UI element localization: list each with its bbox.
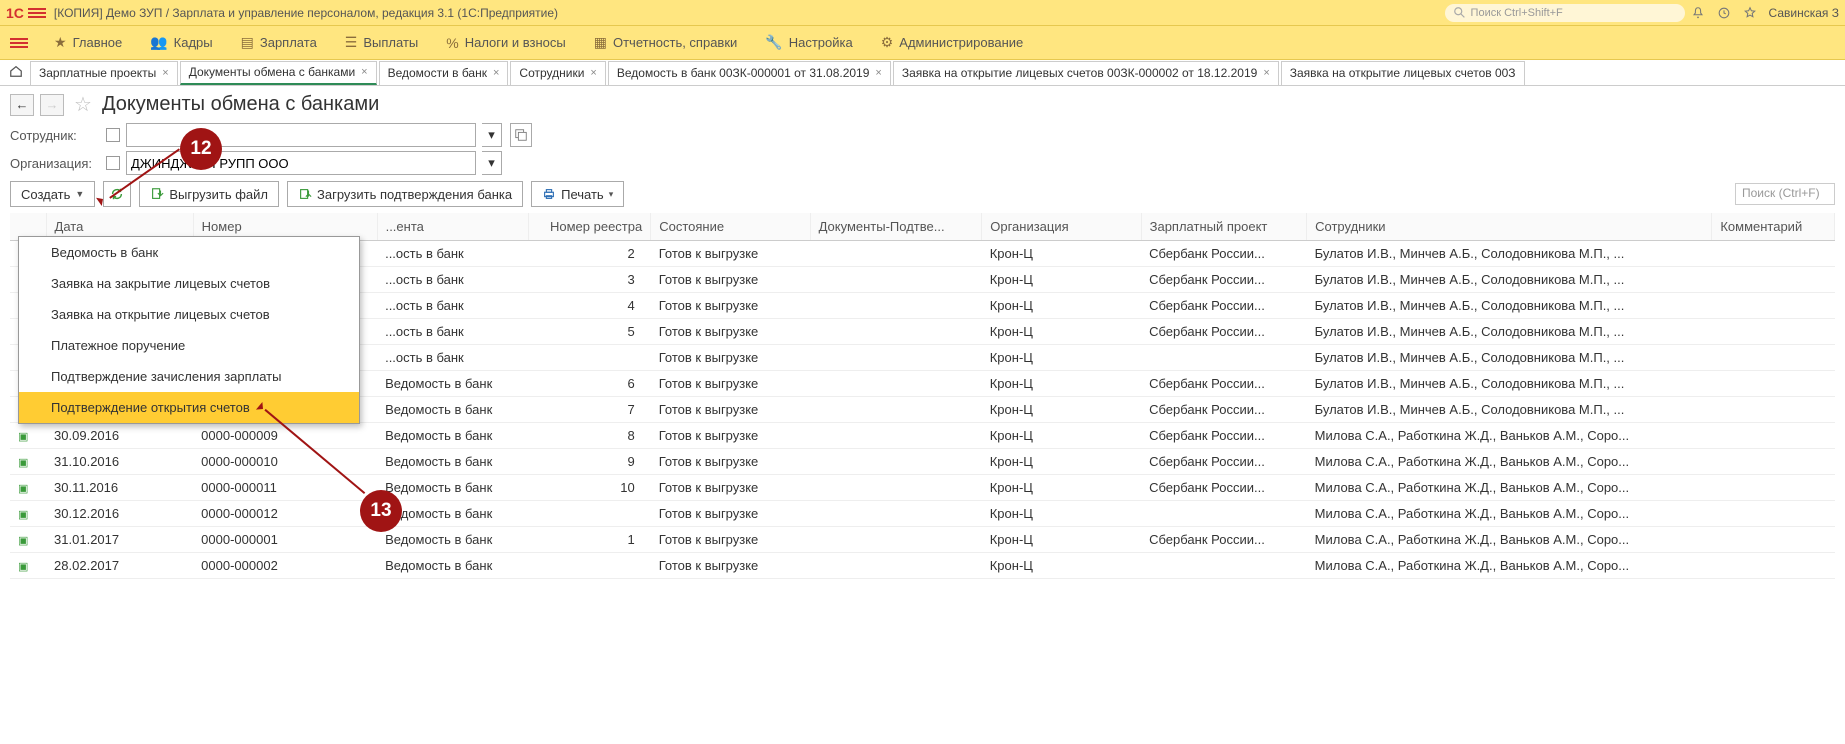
create-menu-item[interactable]: Заявка на открытие лицевых счетов — [19, 299, 359, 330]
mainmenu-отчетность-справки[interactable]: ▦Отчетность, справки — [594, 34, 738, 51]
table-row[interactable]: ▣31.01.20170000-000001Ведомость в банк1Г… — [10, 527, 1835, 553]
mainmenu-выплаты[interactable]: ☰Выплаты — [345, 34, 418, 51]
page-title: Документы обмена с банками — [102, 93, 379, 116]
employee-label: Сотрудник: — [10, 128, 100, 143]
employee-filter-checkbox[interactable] — [106, 128, 120, 142]
document-icon: ▣ — [18, 431, 28, 443]
menu-icon: 👥 — [150, 34, 167, 51]
create-menu-item[interactable]: Подтверждение открытия счетов — [19, 392, 359, 423]
import-icon — [298, 187, 312, 201]
annotation-13: 13 — [360, 490, 402, 532]
org-filter-input[interactable] — [126, 151, 476, 175]
tab-close-icon[interactable]: × — [590, 67, 596, 79]
employee-filter-input[interactable] — [126, 123, 476, 147]
tab[interactable]: Сотрудники× — [510, 61, 605, 85]
document-icon: ▣ — [18, 535, 28, 547]
window-title: [КОПИЯ] Демо ЗУП / Зарплата и управление… — [54, 6, 1445, 20]
table-row[interactable]: ▣30.11.20160000-000011Ведомость в банк10… — [10, 475, 1835, 501]
table-row[interactable]: ▣31.10.20160000-000010Ведомость в банк9Г… — [10, 449, 1835, 475]
logo-1c: 1C — [6, 5, 24, 21]
create-menu-item[interactable]: Подтверждение зачисления зарплаты — [19, 361, 359, 392]
column-header[interactable]: Организация — [982, 213, 1141, 241]
employee-dropdown-button[interactable]: ▾ — [482, 123, 502, 147]
column-header[interactable]: Номер реестра — [528, 213, 651, 241]
tab-close-icon[interactable]: × — [162, 67, 168, 79]
grid-search-input[interactable]: Поиск (Ctrl+F) — [1735, 183, 1835, 205]
mainmenu-налоги-и-взносы[interactable]: %Налоги и взносы — [446, 34, 566, 51]
nav-back-button[interactable]: ← — [10, 94, 34, 116]
mainmenu-зарплата[interactable]: ▤Зарплата — [241, 34, 317, 51]
create-button[interactable]: Создать▼ — [10, 181, 95, 207]
history-icon[interactable] — [1715, 4, 1733, 22]
export-icon — [150, 187, 164, 201]
org-filter-checkbox[interactable] — [106, 156, 120, 170]
create-dropdown-menu: Ведомость в банкЗаявка на закрытие лицев… — [18, 236, 360, 424]
annotation-12: 12 — [180, 128, 222, 170]
column-header[interactable]: Комментарий — [1712, 213, 1835, 241]
tab[interactable]: Заявка на открытие лицевых счетов 00ЗК-0… — [893, 61, 1279, 85]
document-icon: ▣ — [18, 457, 28, 469]
document-icon: ▣ — [18, 509, 28, 521]
global-search-input[interactable]: Поиск Ctrl+Shift+F — [1445, 4, 1685, 22]
tab[interactable]: Заявка на открытие лицевых счетов 00З — [1281, 61, 1525, 85]
sections-burger-icon[interactable] — [10, 38, 28, 48]
create-menu-item[interactable]: Заявка на закрытие лицевых счетов — [19, 268, 359, 299]
import-confirmations-button[interactable]: Загрузить подтверждения банка — [287, 181, 523, 207]
mainmenu-настройка[interactable]: 🔧Настройка — [765, 34, 852, 51]
favorite-star-icon[interactable]: ☆ — [74, 92, 92, 117]
tab[interactable]: Документы обмена с банками× — [180, 61, 377, 85]
document-icon: ▣ — [18, 483, 28, 495]
print-icon — [542, 187, 556, 201]
menu-icon: ⚙ — [881, 34, 894, 51]
home-icon[interactable] — [6, 64, 26, 81]
titlebar: 1C [КОПИЯ] Демо ЗУП / Зарплата и управле… — [0, 0, 1845, 26]
menu-icon: % — [446, 35, 458, 51]
create-menu-item[interactable]: Платежное поручение — [19, 330, 359, 361]
mainmenu-главное[interactable]: ★Главное — [54, 34, 122, 51]
tab-close-icon[interactable]: × — [361, 66, 367, 78]
search-icon — [1453, 6, 1467, 20]
column-header[interactable]: Состояние — [651, 213, 810, 241]
create-menu-item[interactable]: Ведомость в банк — [19, 237, 359, 268]
mainmenu-администрирование[interactable]: ⚙Администрирование — [881, 34, 1024, 51]
menu-icon: ★ — [54, 34, 67, 51]
tab[interactable]: Ведомость в банк 00ЗК-000001 от 31.08.20… — [608, 61, 891, 85]
export-file-button[interactable]: Выгрузить файл — [139, 181, 279, 207]
bell-icon[interactable] — [1689, 4, 1707, 22]
column-header[interactable]: Документы-Подтве... — [810, 213, 982, 241]
menu-icon: ☰ — [345, 34, 358, 51]
tab-close-icon[interactable]: × — [875, 67, 881, 79]
document-icon: ▣ — [18, 561, 28, 573]
tab-close-icon[interactable]: × — [493, 67, 499, 79]
column-header[interactable]: Зарплатный проект — [1141, 213, 1307, 241]
burger-icon[interactable] — [28, 8, 46, 18]
employee-open-button[interactable] — [510, 123, 532, 147]
org-label: Организация: — [10, 156, 100, 171]
mainmenu: ★Главное 👥Кадры ▤Зарплата ☰Выплаты %Налоги и… — [0, 26, 1845, 60]
menu-icon: ▤ — [241, 34, 254, 51]
star-icon[interactable] — [1741, 4, 1759, 22]
tab[interactable]: Ведомости в банк× — [379, 61, 509, 85]
org-dropdown-button[interactable]: ▾ — [482, 151, 502, 175]
menu-icon: 🔧 — [765, 34, 782, 51]
print-button[interactable]: Печать▾ — [531, 181, 624, 207]
nav-forward-button[interactable]: → — [40, 94, 64, 116]
column-header[interactable]: ...ента — [377, 213, 528, 241]
tab[interactable]: Зарплатные проекты× — [30, 61, 178, 85]
table-row[interactable]: ▣28.02.20170000-000002Ведомость в банкГо… — [10, 553, 1835, 579]
user-name[interactable]: Савинская З — [1769, 6, 1839, 20]
mainmenu-кадры[interactable]: 👥Кадры — [150, 34, 212, 51]
table-row[interactable]: ▣30.12.20160000-000012Ведомость в банкГо… — [10, 501, 1835, 527]
tab-close-icon[interactable]: × — [1263, 67, 1269, 79]
tabs-bar: Зарплатные проекты×Документы обмена с ба… — [0, 60, 1845, 86]
column-header[interactable]: Сотрудники — [1307, 213, 1712, 241]
menu-icon: ▦ — [594, 34, 607, 51]
